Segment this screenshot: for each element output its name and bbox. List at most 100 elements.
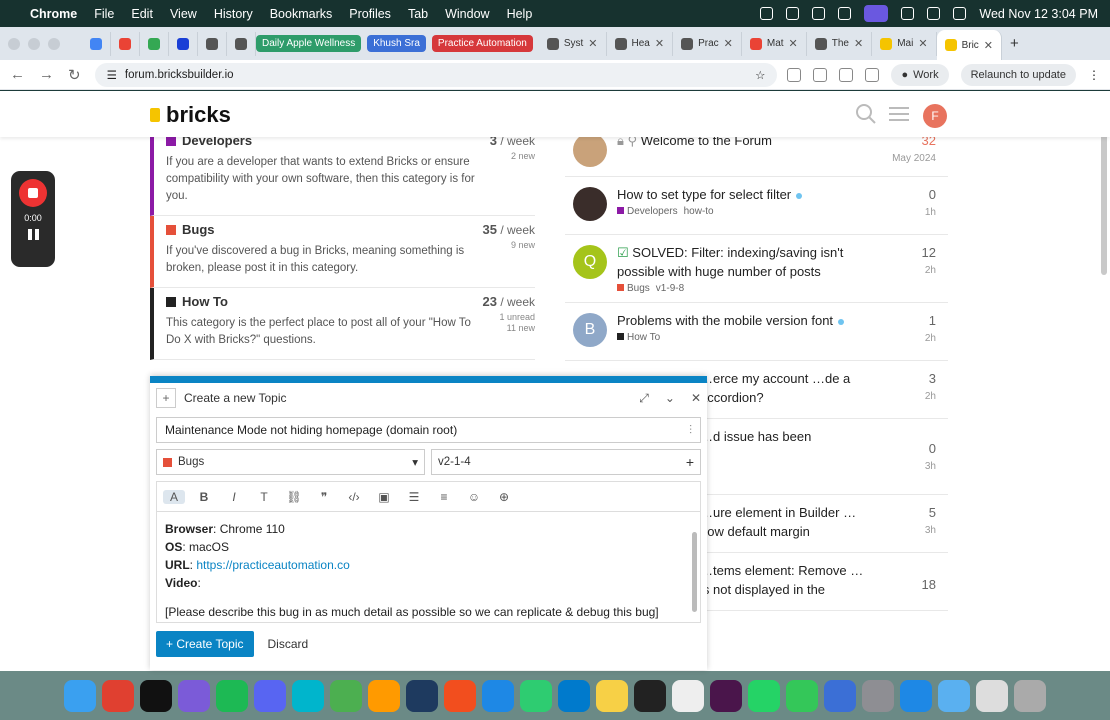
- clock-icon[interactable]: [901, 7, 915, 20]
- spotify-icon[interactable]: [216, 679, 248, 712]
- category-name[interactable]: How To: [182, 294, 228, 309]
- bricks-logo[interactable]: bricks: [150, 102, 231, 128]
- relaunch-button[interactable]: Relaunch to update: [960, 63, 1076, 86]
- notion-icon[interactable]: [634, 679, 666, 712]
- pinned-tab[interactable]: [82, 31, 111, 56]
- tab-group-chip[interactable]: Daily Apple Wellness: [256, 35, 362, 52]
- tab[interactable]: Mat ✕: [742, 31, 807, 56]
- shield-icon[interactable]: [838, 7, 852, 20]
- close-icon[interactable]: ✕: [984, 39, 993, 52]
- tab[interactable]: Mai ✕: [872, 31, 937, 56]
- category-item[interactable]: Bugs If you've discovered a bug in Brick…: [150, 216, 535, 288]
- new-tab-button[interactable]: +: [1002, 32, 1027, 56]
- pause-recording-button[interactable]: [27, 229, 39, 240]
- bold-icon[interactable]: B: [193, 490, 215, 504]
- zoom-window-button[interactable]: [48, 37, 60, 50]
- vscode-icon[interactable]: [558, 679, 590, 712]
- app-icon[interactable]: [330, 679, 362, 712]
- heading-icon[interactable]: T: [253, 490, 275, 504]
- link-icon[interactable]: ⛓: [283, 490, 305, 504]
- collapse-icon[interactable]: ⌄: [665, 391, 675, 406]
- topic-row[interactable]: B Problems with the mobile version font …: [565, 303, 948, 361]
- folder-icon[interactable]: [938, 679, 970, 712]
- topic-title[interactable]: …ure element in Builder …how default mar…: [700, 505, 856, 539]
- launchpad-icon[interactable]: [178, 679, 210, 712]
- canva-icon[interactable]: [292, 679, 324, 712]
- settings-icon[interactable]: [862, 679, 894, 712]
- topic-author-avatar[interactable]: [573, 133, 607, 167]
- plus-icon[interactable]: +: [156, 388, 176, 408]
- menubar-datetime[interactable]: Wed Nov 12 3:04 PM: [979, 7, 1098, 21]
- topic-title[interactable]: …erce my account …de a accordion?: [700, 371, 850, 405]
- topic-title[interactable]: …d issue has been: [700, 429, 811, 444]
- category-new[interactable]: 2 new: [511, 151, 535, 162]
- toggle-rich-text-icon[interactable]: A: [163, 489, 185, 504]
- numbered-list-icon[interactable]: ≡: [433, 490, 455, 504]
- quote-icon[interactable]: ❞: [313, 490, 335, 504]
- page-scrollbar[interactable]: [1101, 125, 1107, 275]
- pinned-tab[interactable]: [198, 31, 227, 56]
- status-icon[interactable]: [786, 7, 800, 20]
- menu-profiles[interactable]: Profiles: [349, 7, 391, 21]
- app2-icon[interactable]: [482, 679, 514, 712]
- menu-tab[interactable]: Tab: [408, 7, 428, 21]
- messages-icon[interactable]: [786, 679, 818, 712]
- category-item[interactable]: How To This category is the perfect plac…: [150, 288, 535, 360]
- topic-author-avatar[interactable]: [573, 187, 607, 221]
- close-icon[interactable]: ✕: [918, 37, 927, 50]
- input-helper-icon[interactable]: ⫶: [689, 423, 692, 438]
- topic-title[interactable]: Problems with the mobile version font: [617, 313, 833, 328]
- tab-group-chip[interactable]: Khush Sra: [367, 35, 426, 52]
- tab-group-chip[interactable]: Practice Automation: [431, 35, 533, 52]
- menu-history[interactable]: History: [214, 7, 253, 21]
- topic-author-avatar[interactable]: Q: [573, 245, 607, 279]
- tab[interactable]: Hea ✕: [607, 31, 674, 56]
- editor-scrollbar[interactable]: [692, 532, 697, 612]
- close-icon[interactable]: ✕: [691, 391, 701, 406]
- chatgpt-icon[interactable]: [140, 679, 172, 712]
- topic-tag[interactable]: v1-9-8: [656, 283, 684, 294]
- menu-file[interactable]: File: [94, 7, 114, 21]
- status-icon[interactable]: [812, 7, 826, 20]
- close-icon[interactable]: ✕: [854, 37, 863, 50]
- pinned-tab[interactable]: [111, 31, 140, 56]
- menu-app-name[interactable]: Chrome: [30, 7, 77, 21]
- photoshop-icon[interactable]: [406, 679, 438, 712]
- app4-icon[interactable]: [824, 679, 856, 712]
- italic-icon[interactable]: I: [223, 490, 245, 504]
- user-avatar[interactable]: F: [923, 103, 947, 128]
- tag-select[interactable]: v2-1-4 +: [431, 449, 701, 475]
- extensions-puzzle-icon[interactable]: [865, 67, 880, 82]
- category-new[interactable]: 9 new: [511, 240, 535, 251]
- extension-icon[interactable]: [787, 67, 802, 82]
- expand-icon[interactable]: ⤢: [639, 391, 649, 406]
- battery-icon[interactable]: [927, 7, 941, 20]
- pinned-tab[interactable]: [169, 31, 198, 56]
- topic-row[interactable]: How to set type for select filter Develo…: [565, 177, 948, 235]
- tab[interactable]: Prac ✕: [673, 31, 742, 56]
- menu-view[interactable]: View: [170, 7, 197, 21]
- whatsapp-icon[interactable]: [748, 679, 780, 712]
- screen-record-icon[interactable]: [864, 5, 889, 22]
- topic-tag[interactable]: how-to: [684, 206, 714, 217]
- image-upload-icon[interactable]: ▣: [373, 490, 395, 504]
- bullet-list-icon[interactable]: ☰: [403, 490, 425, 504]
- topic-category[interactable]: How To: [617, 332, 660, 343]
- pinned-tab[interactable]: [140, 31, 169, 56]
- menu-bookmarks[interactable]: Bookmarks: [270, 7, 333, 21]
- hamburger-menu-icon[interactable]: [889, 105, 911, 126]
- slack-icon[interactable]: [710, 679, 742, 712]
- category-select[interactable]: Bugs ▾: [156, 449, 425, 475]
- safari-icon[interactable]: [900, 679, 932, 712]
- code-icon[interactable]: ‹/›: [343, 490, 365, 504]
- search-icon[interactable]: [855, 103, 877, 128]
- reload-icon[interactable]: ↻: [68, 66, 81, 84]
- topic-title[interactable]: …tems element: Remove …is not displayed …: [700, 563, 863, 597]
- discard-button[interactable]: Discard: [268, 637, 309, 651]
- create-topic-button[interactable]: + Create Topic: [156, 631, 254, 657]
- category-new[interactable]: 1 unread 11 new: [499, 312, 535, 334]
- window-icon[interactable]: [976, 679, 1008, 712]
- notes-icon[interactable]: [596, 679, 628, 712]
- tab-active[interactable]: Bric ✕: [936, 30, 1003, 60]
- emoji-icon[interactable]: ☺: [463, 490, 485, 504]
